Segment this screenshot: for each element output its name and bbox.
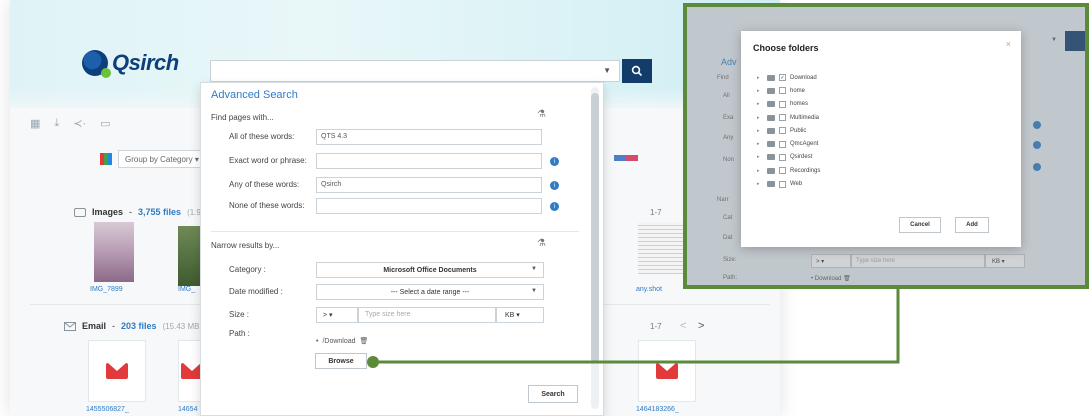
folder-item-web[interactable]: ▸ Web — [757, 177, 820, 190]
folder-item-public[interactable]: ▸ Public — [757, 124, 820, 137]
cancel-button[interactable]: Cancel — [899, 217, 941, 233]
folder-list: ▸ ✓ Download ▸ home ▸ homes ▸ Multimedia… — [757, 71, 820, 191]
folder-label: Qsirdest — [790, 154, 813, 161]
folder-checkbox[interactable] — [779, 140, 786, 148]
add-button[interactable]: Add — [955, 217, 989, 233]
folder-icon — [767, 101, 775, 108]
zoom-inset: ▼ Adv Find All Exa Any Non Narr Cat Dat … — [683, 3, 1089, 289]
folder-label: Multimedia — [790, 114, 820, 121]
folder-label: Download — [790, 74, 817, 81]
folder-checkbox[interactable] — [779, 100, 786, 108]
folder-icon — [767, 74, 775, 81]
close-icon[interactable]: × — [1006, 39, 1011, 49]
folder-label: Recordings — [790, 167, 821, 174]
folder-icon — [767, 114, 775, 121]
folder-checkbox[interactable] — [779, 167, 786, 175]
folder-checkbox[interactable] — [779, 114, 786, 122]
folder-checkbox[interactable] — [779, 87, 786, 95]
choose-folders-dialog: Choose folders × ▸ ✓ Download ▸ home ▸ h… — [741, 31, 1021, 247]
screenshot-stage: Qsirch ▼ ▦ ⤓ ≺· ▭ Group by Category ▾ Im… — [0, 0, 1091, 416]
folder-item-home[interactable]: ▸ home — [757, 84, 820, 97]
folder-item-multimedia[interactable]: ▸ Multimedia — [757, 111, 820, 124]
folder-item-homes[interactable]: ▸ homes — [757, 98, 820, 111]
folder-icon — [767, 181, 775, 188]
expand-icon[interactable]: ▸ — [757, 75, 763, 81]
folder-item-download[interactable]: ▸ ✓ Download — [757, 71, 820, 84]
dialog-title: Choose folders — [753, 43, 819, 53]
expand-icon[interactable]: ▸ — [757, 141, 763, 147]
folder-icon — [767, 167, 775, 174]
folder-checkbox[interactable] — [779, 180, 786, 188]
folder-icon — [767, 141, 775, 148]
folder-label: homes — [790, 101, 809, 108]
expand-icon[interactable]: ▸ — [757, 181, 763, 187]
expand-icon[interactable]: ▸ — [757, 101, 763, 107]
expand-icon[interactable]: ▸ — [757, 154, 763, 160]
folder-item-qmcagent[interactable]: ▸ QmcAgent — [757, 137, 820, 150]
folder-icon — [767, 87, 775, 94]
folder-label: Public — [790, 127, 807, 134]
folder-checkbox[interactable]: ✓ — [779, 74, 786, 82]
folder-checkbox[interactable] — [779, 153, 786, 161]
expand-icon[interactable]: ▸ — [757, 115, 763, 121]
folder-label: QmcAgent — [790, 141, 819, 148]
folder-item-qsirdest[interactable]: ▸ Qsirdest — [757, 151, 820, 164]
folder-label: Web — [790, 181, 803, 188]
expand-icon[interactable]: ▸ — [757, 168, 763, 174]
folder-checkbox[interactable] — [779, 127, 786, 135]
folder-icon — [767, 154, 775, 161]
expand-icon[interactable]: ▸ — [757, 128, 763, 134]
expand-icon[interactable]: ▸ — [757, 88, 763, 94]
folder-item-recordings[interactable]: ▸ Recordings — [757, 164, 820, 177]
folder-icon — [767, 127, 775, 134]
folder-label: home — [790, 87, 806, 94]
